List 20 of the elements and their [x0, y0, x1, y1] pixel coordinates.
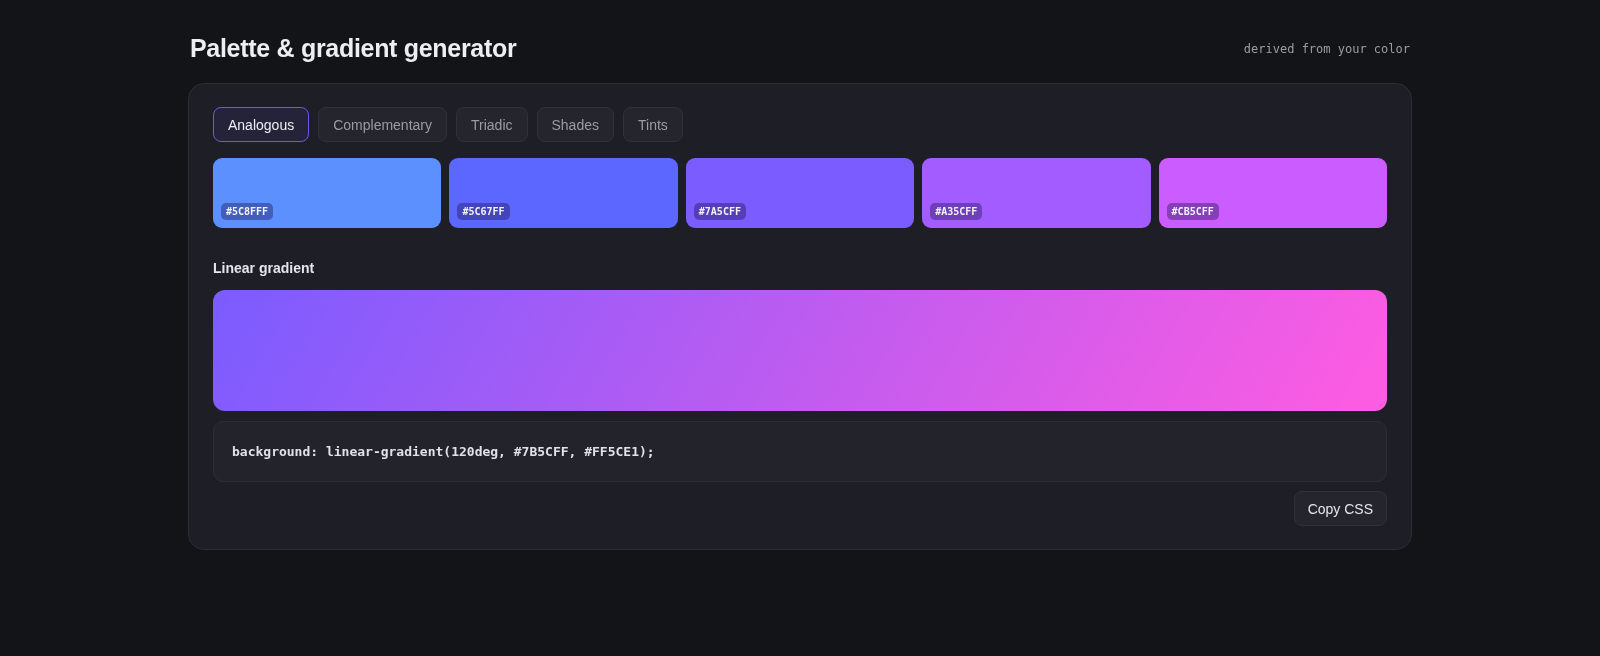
css-code: background: linear-gradient(120deg, #7B5CFF, #FF5CE1);	[232, 444, 655, 459]
hex-label: #5C67FF	[457, 203, 510, 220]
color-swatch[interactable]: #5C67FF	[449, 158, 678, 228]
page-title: Palette & gradient generator	[190, 34, 517, 63]
scheme-tab[interactable]: Complementary	[318, 107, 447, 142]
hex-label: #7A5CFF	[693, 203, 746, 220]
color-swatch[interactable]: #5C8FFF	[213, 158, 442, 228]
hex-label: #A35CFF	[930, 203, 983, 220]
subtitle: derived from your color	[1243, 41, 1410, 56]
hex-label: #CB5CFF	[1166, 203, 1219, 220]
color-swatch[interactable]: #7A5CFF	[685, 158, 915, 228]
scheme-tab[interactable]: Analogous	[213, 107, 310, 142]
scheme-tab[interactable]: Triadic	[456, 107, 528, 142]
hex-label: #5C8FFF	[221, 203, 274, 220]
section-heading: Linear gradient	[213, 260, 316, 276]
color-swatch[interactable]: #CB5CFF	[1158, 158, 1387, 228]
scheme-tab[interactable]: Tints	[623, 107, 683, 142]
color-swatch[interactable]: #A35CFF	[922, 158, 1151, 228]
copy-css-button[interactable]: Copy CSS	[1293, 491, 1387, 526]
scheme-tab[interactable]: Shades	[536, 107, 614, 142]
